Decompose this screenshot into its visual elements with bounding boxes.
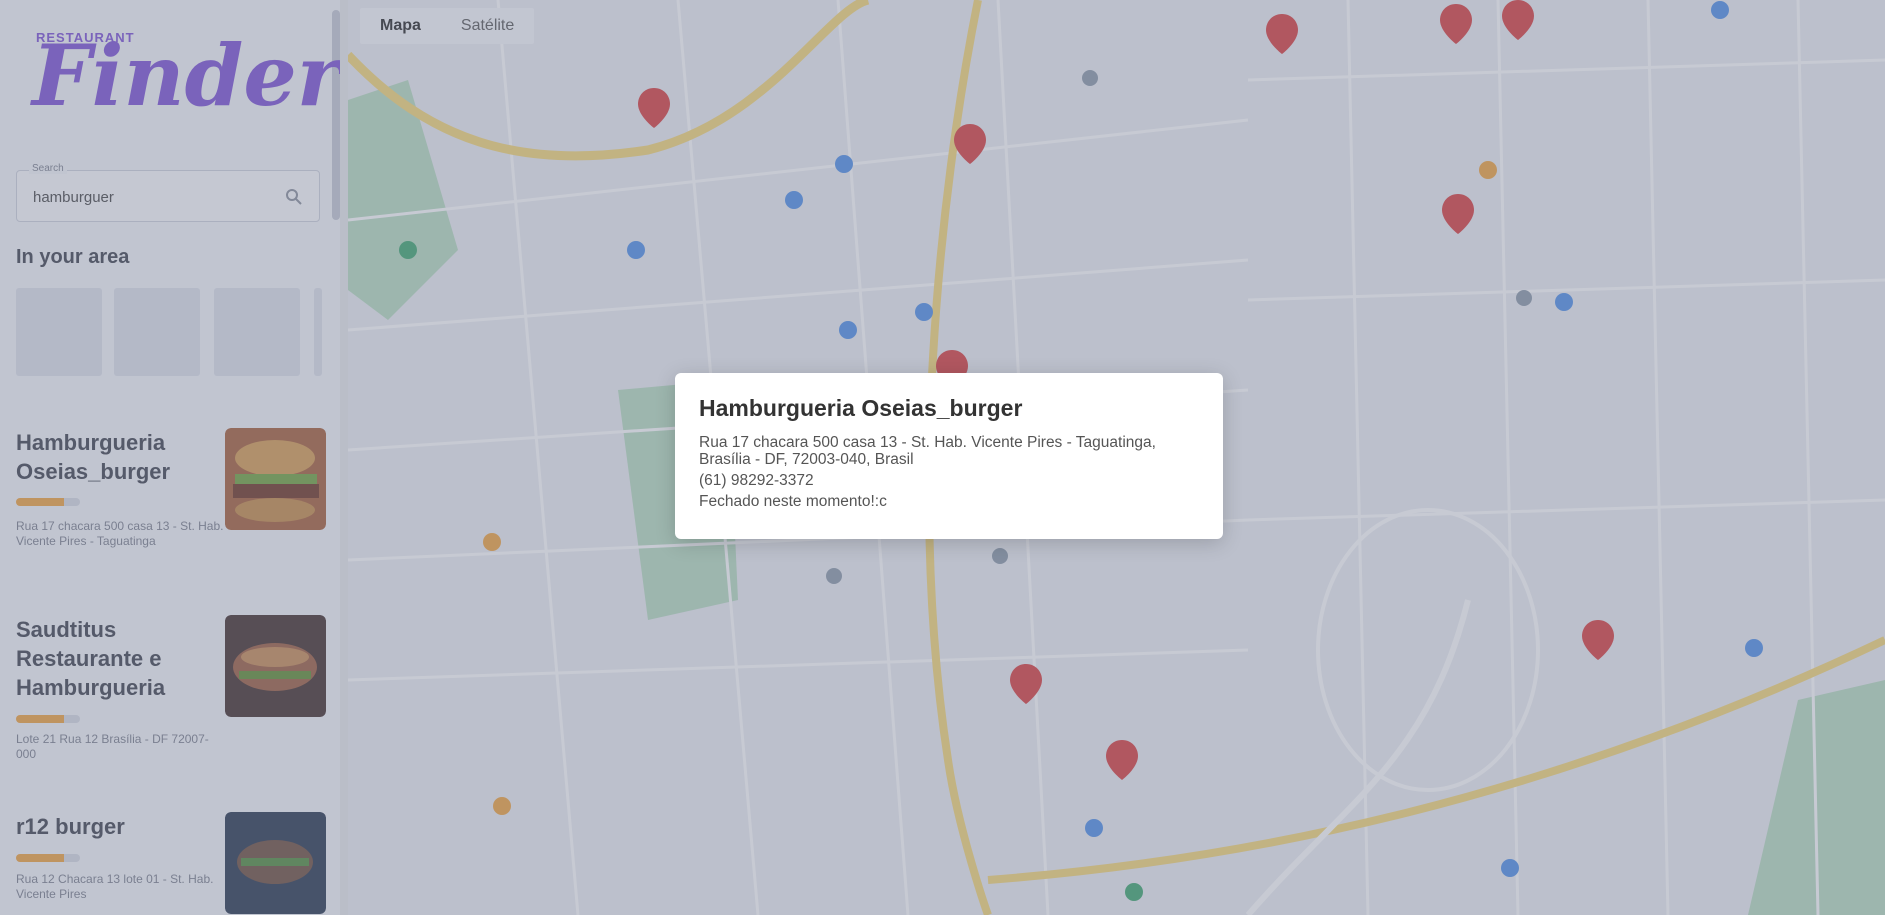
dialog-title: Hamburgueria Oseias_burger <box>699 395 1023 421</box>
restaurant-detail-dialog: Hamburgueria Oseias_burger Rua 17 chacar… <box>675 373 1223 539</box>
dialog-address-line-1: Rua 17 chacara 500 casa 13 - St. Hab. Vi… <box>699 434 1156 451</box>
dialog-status: Fechado neste momento!:c <box>699 493 887 510</box>
dialog-address-line-2: Brasília - DF, 72003-040, Brasil <box>699 451 914 468</box>
dialog-phone: (61) 98292-3372 <box>699 472 814 489</box>
app-root: RESTAURANT Finder Search hamburguer In y… <box>0 0 1885 915</box>
